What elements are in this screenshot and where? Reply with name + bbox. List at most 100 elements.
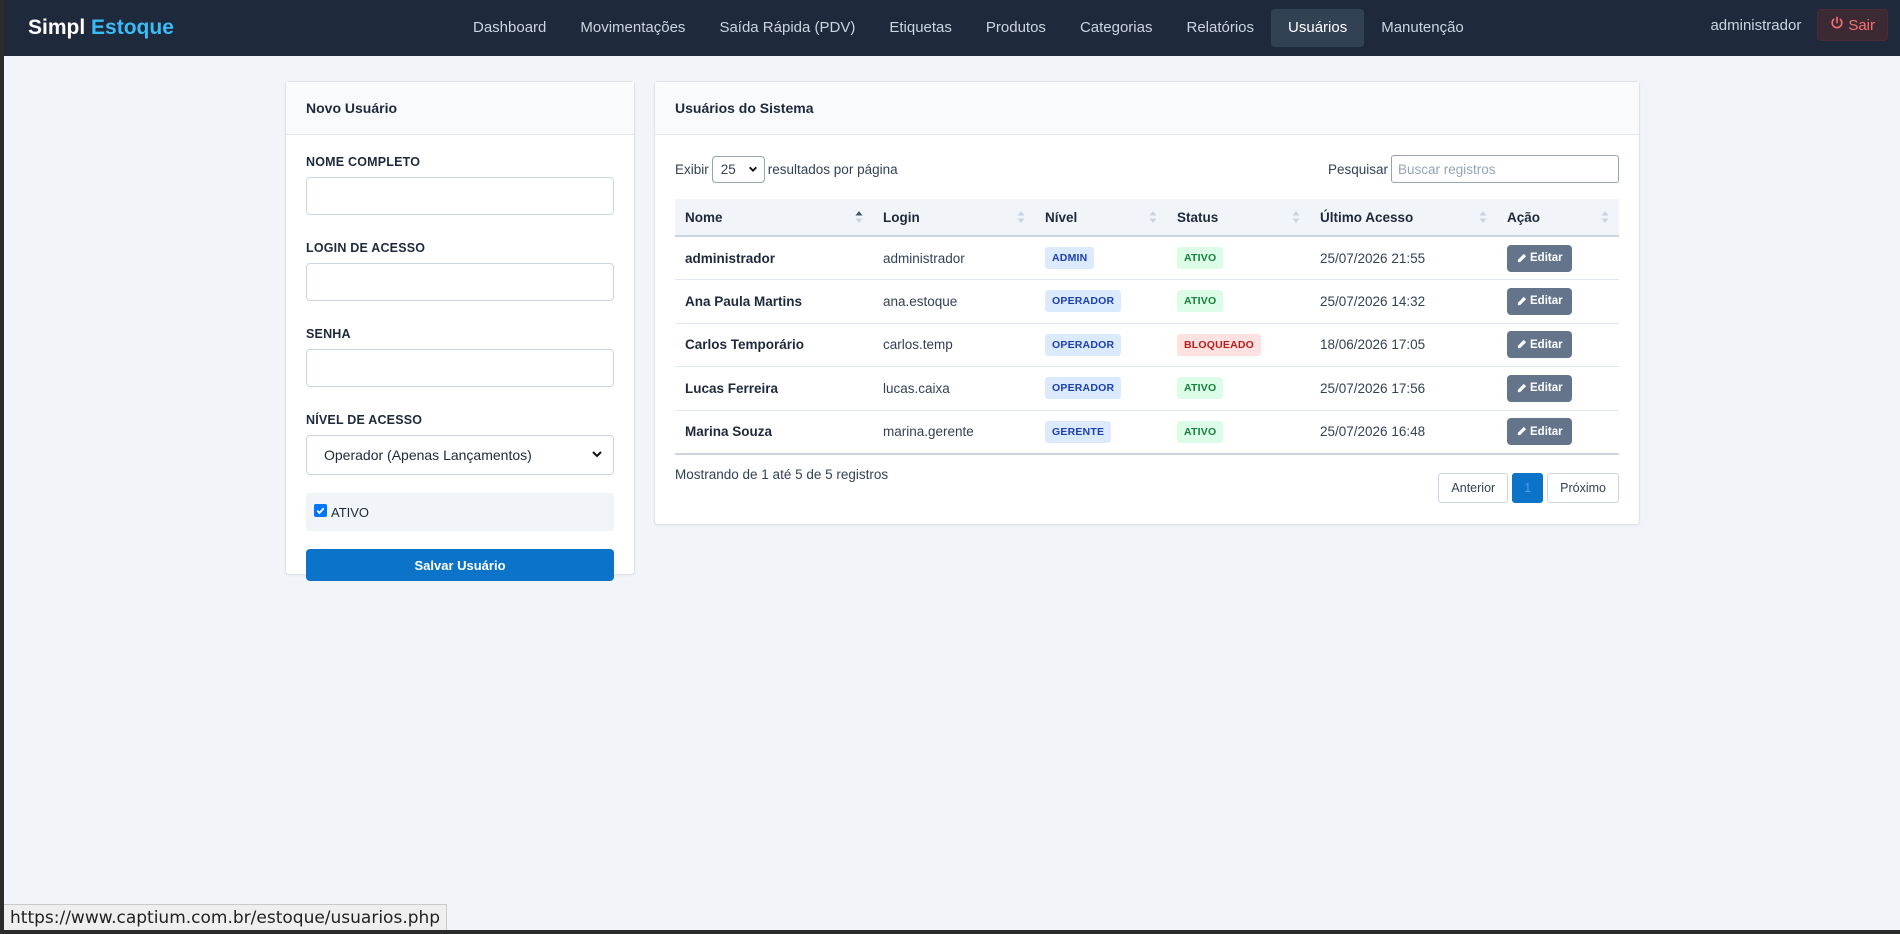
edit-button[interactable]: Editar bbox=[1507, 418, 1572, 445]
password-label: SENHA bbox=[306, 327, 351, 341]
nav-item-usuarios[interactable]: Usuários bbox=[1271, 9, 1365, 47]
column-label: Login bbox=[883, 209, 920, 225]
top-navbar: Simpl Estoque Dashboard Movimentações Sa… bbox=[4, 0, 1900, 56]
logout-button[interactable]: Sair bbox=[1817, 9, 1888, 41]
edit-button[interactable]: Editar bbox=[1507, 287, 1572, 315]
table-row: Ana Paula Martins ana.estoque OPERADOR A… bbox=[675, 279, 1619, 324]
browser-status-url: https://www.captium.com.br/estoque/usuar… bbox=[4, 904, 448, 930]
pencil-icon bbox=[1517, 296, 1527, 305]
page-size-value: 25 bbox=[720, 161, 736, 177]
cell-login: marina.gerente bbox=[873, 410, 1035, 455]
access-level-value: Operador (Apenas Lançamentos) bbox=[324, 447, 532, 463]
column-header-nivel[interactable]: Nível bbox=[1035, 199, 1167, 237]
edit-label: Editar bbox=[1530, 252, 1563, 264]
cell-action: Editar bbox=[1497, 236, 1619, 280]
power-icon bbox=[1830, 16, 1844, 34]
active-toggle-row[interactable]: ATIVO bbox=[306, 493, 614, 531]
column-label: Ação bbox=[1507, 209, 1541, 225]
column-header-acao[interactable]: Ação bbox=[1497, 199, 1619, 237]
pencil-icon bbox=[1517, 340, 1527, 349]
show-prefix: Exibir bbox=[675, 161, 709, 177]
nav-user-area: administrador Sair bbox=[1710, 9, 1888, 41]
column-header-nome[interactable]: Nome bbox=[675, 199, 873, 237]
pencil-icon bbox=[1517, 426, 1527, 436]
login-input[interactable] bbox=[306, 263, 614, 301]
edit-button[interactable]: Editar bbox=[1507, 374, 1572, 402]
users-table: Nome Login Nível Status Último Acesso Aç… bbox=[675, 199, 1619, 455]
chevron-down-icon bbox=[591, 447, 603, 463]
column-header-login[interactable]: Login bbox=[873, 199, 1035, 237]
access-level-select[interactable]: Operador (Apenas Lançamentos) bbox=[306, 435, 614, 475]
edit-button[interactable]: Editar bbox=[1507, 331, 1572, 359]
cell-level: ADMIN bbox=[1035, 236, 1167, 280]
brand-logo[interactable]: Simpl Estoque bbox=[28, 16, 448, 40]
page-1-button[interactable]: 1 bbox=[1512, 472, 1544, 503]
nav-item-categorias[interactable]: Categorias bbox=[1063, 9, 1170, 47]
nav-item-saida-rapida[interactable]: Saída Rápida (PDV) bbox=[702, 9, 872, 47]
page-size-control: Exibir 25 resultados por página bbox=[675, 155, 898, 183]
edit-label: Editar bbox=[1530, 425, 1563, 438]
cell-action: Editar bbox=[1497, 279, 1619, 324]
page-size-select[interactable]: 25 bbox=[711, 155, 765, 183]
save-user-button[interactable]: Salvar Usuário bbox=[306, 549, 614, 581]
cell-login: carlos.temp bbox=[873, 323, 1035, 367]
nav-item-movimentacoes[interactable]: Movimentações bbox=[563, 9, 702, 47]
cell-login: ana.estoque bbox=[873, 279, 1035, 324]
level-badge: GERENTE bbox=[1045, 420, 1112, 443]
level-badge: OPERADOR bbox=[1045, 333, 1122, 356]
active-label: ATIVO bbox=[331, 504, 370, 520]
search-input[interactable]: Buscar registros bbox=[1391, 155, 1619, 183]
sort-icon bbox=[1479, 211, 1487, 223]
cell-level: GERENTE bbox=[1035, 410, 1167, 455]
cell-level: OPERADOR bbox=[1035, 279, 1167, 324]
edit-button[interactable]: Editar bbox=[1507, 244, 1572, 272]
column-header-status[interactable]: Status bbox=[1167, 199, 1310, 237]
search-control: Pesquisar Buscar registros bbox=[1328, 155, 1619, 183]
column-label: Status bbox=[1177, 209, 1219, 225]
table-row: administrador administrador ADMIN ATIVO … bbox=[675, 236, 1619, 280]
access-level-label: NÍVEL DE ACESSO bbox=[306, 413, 423, 427]
next-page-button[interactable]: Próximo bbox=[1547, 472, 1619, 503]
active-checkbox[interactable] bbox=[314, 504, 327, 517]
nav-item-produtos[interactable]: Produtos bbox=[969, 9, 1063, 47]
pencil-icon bbox=[1517, 383, 1527, 392]
column-header-ultimo-acesso[interactable]: Último Acesso bbox=[1310, 199, 1497, 237]
cell-status: ATIVO bbox=[1167, 410, 1310, 455]
cell-name: administrador bbox=[675, 236, 873, 280]
cell-status: BLOQUEADO bbox=[1167, 323, 1310, 367]
cell-last-access: 25/07/2026 17:56 bbox=[1310, 366, 1497, 411]
current-user: administrador bbox=[1710, 16, 1802, 34]
nav-item-manutencao[interactable]: Manutenção bbox=[1364, 9, 1481, 47]
nav-item-relatorios[interactable]: Relatórios bbox=[1169, 9, 1271, 47]
nav-item-dashboard[interactable]: Dashboard bbox=[456, 9, 563, 47]
password-input[interactable] bbox=[306, 349, 614, 387]
table-controls: Exibir 25 resultados por página Pesquisa… bbox=[675, 155, 1619, 183]
cell-action: Editar bbox=[1497, 410, 1619, 455]
sort-asc-icon bbox=[855, 211, 863, 223]
table-header-row: Nome Login Nível Status Último Acesso Aç… bbox=[675, 199, 1619, 237]
brand-accent: Estoque bbox=[91, 16, 174, 39]
logout-label: Sair bbox=[1848, 16, 1875, 34]
full-name-input[interactable] bbox=[306, 177, 614, 215]
nav-item-etiquetas[interactable]: Etiquetas bbox=[872, 9, 969, 47]
cell-status: ATIVO bbox=[1167, 366, 1310, 411]
level-badge: ADMIN bbox=[1045, 247, 1095, 269]
users-list-body: Exibir 25 resultados por página Pesquisa… bbox=[655, 135, 1639, 503]
cell-login: lucas.caixa bbox=[873, 366, 1035, 411]
status-badge: ATIVO bbox=[1177, 290, 1224, 313]
sort-icon bbox=[1601, 211, 1609, 223]
prev-page-button[interactable]: Anterior bbox=[1438, 472, 1509, 503]
full-name-label: NOME COMPLETO bbox=[306, 155, 421, 169]
users-list-card: Usuários do Sistema Exibir 25 resultados… bbox=[654, 81, 1640, 525]
cell-last-access: 25/07/2026 14:32 bbox=[1310, 279, 1497, 324]
cell-name: Lucas Ferreira bbox=[675, 366, 873, 411]
cell-name: Ana Paula Martins bbox=[675, 279, 873, 324]
cell-level: OPERADOR bbox=[1035, 323, 1167, 367]
login-label: LOGIN DE ACESSO bbox=[306, 241, 426, 255]
table-row: Lucas Ferreira lucas.caixa OPERADOR ATIV… bbox=[675, 366, 1619, 411]
sort-icon bbox=[1017, 211, 1025, 223]
column-label: Nível bbox=[1045, 209, 1078, 225]
show-suffix: resultados por página bbox=[767, 161, 898, 177]
cell-last-access: 18/06/2026 17:05 bbox=[1310, 323, 1497, 367]
new-user-form: NOME COMPLETO LOGIN DE ACESSO SENHA NÍVE… bbox=[286, 135, 634, 601]
